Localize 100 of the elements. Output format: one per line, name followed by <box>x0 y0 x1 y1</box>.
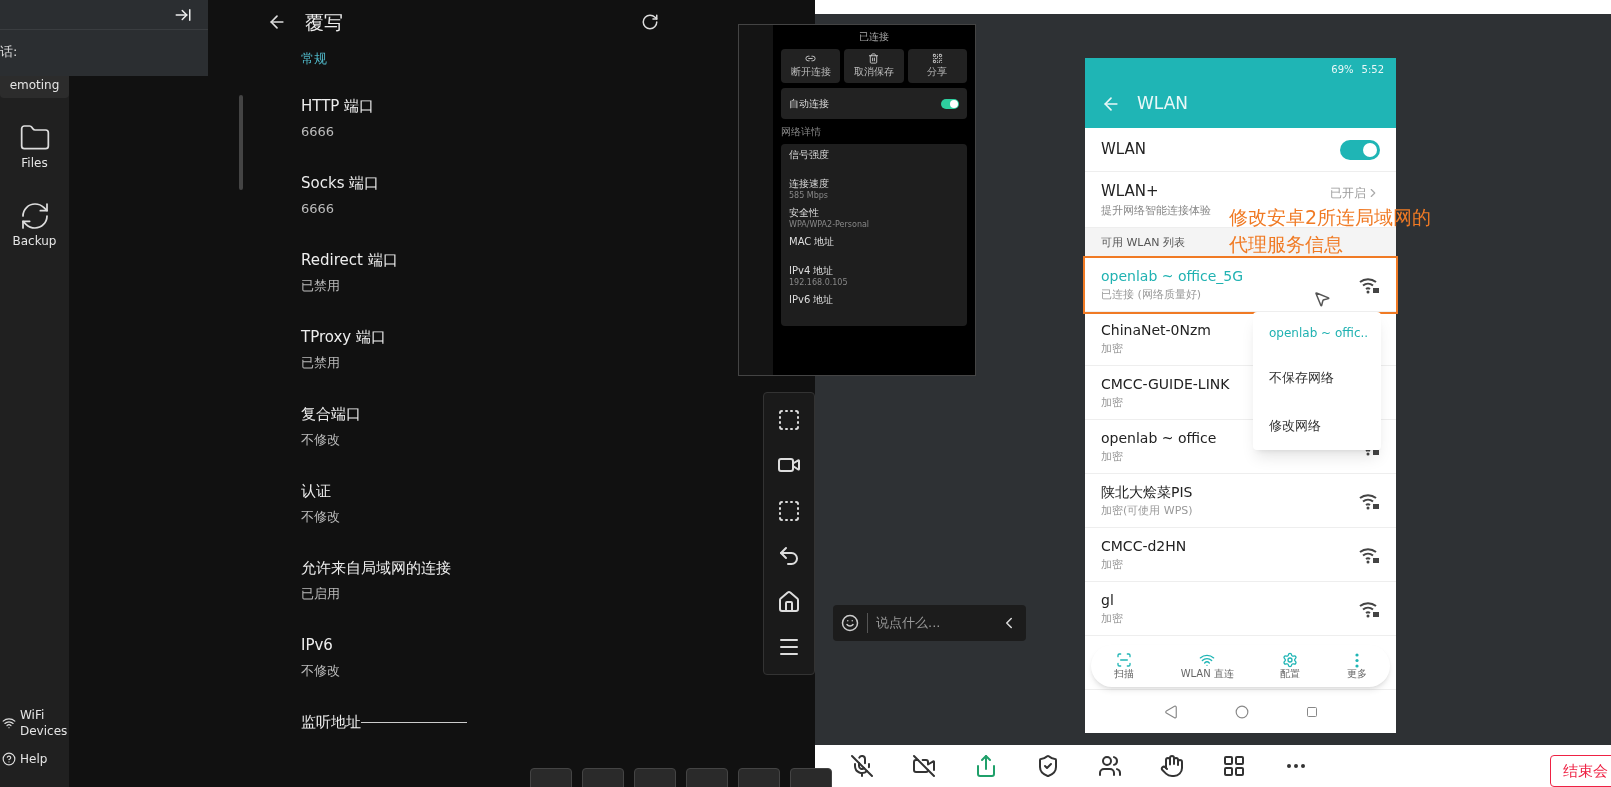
sidebar-item[interactable]: WiFi Devices <box>0 707 69 739</box>
home-nav-icon[interactable] <box>1234 704 1249 719</box>
people-icon[interactable] <box>1098 754 1122 778</box>
refresh-icon[interactable] <box>641 13 659 32</box>
network-status: 加密 <box>1101 610 1123 627</box>
item-value: 已禁用 <box>301 277 340 295</box>
network-status: 加密 <box>1101 448 1123 465</box>
section-header: 网络详情 <box>781 125 821 139</box>
settings-item[interactable]: HTTP 端口 6666 <box>301 94 659 171</box>
detail-value: 585 Mbps <box>789 190 829 202</box>
hand-icon[interactable] <box>1160 754 1184 778</box>
screen-title: WLAN <box>1137 92 1189 116</box>
action-button[interactable]: 更多 <box>1346 652 1367 680</box>
network-row[interactable]: 陕北大烩菜PIS 加密(可使用 WPS) <box>1085 474 1396 528</box>
sidebar-label: Files <box>21 155 48 172</box>
wifi-lock-icon <box>1358 491 1380 510</box>
network-name: gl <box>1101 590 1114 610</box>
action-button[interactable]: 取消保存 <box>844 49 904 83</box>
apps-icon[interactable] <box>1222 754 1246 778</box>
network-status: 加密 <box>1101 556 1123 573</box>
action-button[interactable]: 配置 <box>1280 652 1301 680</box>
settings-item[interactable]: 复合端口 不修改 <box>301 402 659 479</box>
action-button[interactable]: 扫描 <box>1114 652 1135 680</box>
item-title: Redirect 端口 <box>301 250 398 271</box>
item-value: 不修改 <box>301 431 340 449</box>
network-status: 加密 <box>1101 340 1123 357</box>
settings-item[interactable]: TProxy 端口 已禁用 <box>301 325 659 402</box>
clock: 5:52 <box>1361 62 1384 77</box>
settings-item[interactable]: 认证 不修改 <box>301 479 659 556</box>
detail-label: 安全性 <box>789 206 819 219</box>
sidebar-item[interactable]: Backup <box>0 196 69 254</box>
network-name: CMCC-d2HN <box>1101 536 1187 556</box>
wifi-lock-icon <box>1358 599 1380 618</box>
chat-input[interactable]: 说点什么... <box>833 605 1026 641</box>
detail-label: IPv4 地址 <box>789 264 834 277</box>
settings-item[interactable]: Socks 端口 6666 <box>301 171 659 248</box>
status-value: 已开启 <box>1330 185 1366 202</box>
sidebar-item[interactable]: Files <box>0 118 69 176</box>
wlan-toggle[interactable] <box>1340 139 1380 160</box>
item-title: HTTP 端口 <box>301 96 375 117</box>
section-header: 常规 <box>301 49 328 68</box>
network-row[interactable]: gl 加密 <box>1085 582 1396 636</box>
wifi-icon <box>1199 652 1216 668</box>
network-status: 已连接 (网络质量好) <box>1101 286 1202 303</box>
link-icon <box>805 53 817 64</box>
sidebar-label: emoting <box>9 77 60 94</box>
item-title: Socks 端口 <box>301 173 380 194</box>
wlan-plus-description: 提升网络智能连接体验 <box>1101 202 1211 219</box>
toggle-switch[interactable] <box>941 98 959 109</box>
home-icon[interactable] <box>777 589 801 614</box>
more-icon <box>1354 652 1359 668</box>
network-status: 加密(可使用 WPS) <box>1101 502 1193 519</box>
wlan-label: WLAN <box>1101 139 1146 161</box>
page-title: 覆写 <box>305 10 343 35</box>
settings-item[interactable]: Redirect 端口 已禁用 <box>301 248 659 325</box>
wifi-lock-icon <box>1358 275 1380 294</box>
help-icon <box>2 752 16 766</box>
item-title: TProxy 端口 <box>301 327 387 348</box>
crop-select-icon[interactable] <box>777 498 801 523</box>
item-title: 认证 <box>301 481 331 502</box>
item-value: 已禁用 <box>301 354 340 372</box>
shield-icon[interactable] <box>1036 754 1060 778</box>
wlan-plus-label[interactable]: WLAN+ <box>1101 180 1159 203</box>
network-row[interactable]: CMCC-d2HN 加密 <box>1085 528 1396 582</box>
network-name: ChinaNet-0Nzm <box>1101 320 1211 340</box>
qr-icon <box>931 53 943 64</box>
item-title: IPv6 <box>301 635 333 656</box>
crop-add-icon[interactable] <box>777 407 801 432</box>
item-value: 已启用 <box>301 585 340 603</box>
settings-item[interactable]: IPv6 不修改 <box>301 633 659 710</box>
trash-icon <box>868 53 880 64</box>
share-icon[interactable] <box>974 754 998 778</box>
action-button[interactable]: 断开连接 <box>781 49 841 83</box>
setting-label: 自动连接 <box>789 97 830 111</box>
back-nav-icon[interactable] <box>1163 704 1178 719</box>
mic-off-icon[interactable] <box>850 754 874 778</box>
network-name: 陕北大烩菜PIS <box>1101 482 1193 502</box>
detail-label: IPv6 地址 <box>789 293 834 306</box>
item-value: 6666 <box>301 200 335 218</box>
emoji-icon[interactable] <box>841 614 859 632</box>
item-value: 不修改 <box>301 662 340 680</box>
list-header: 可用 WLAN 列表 <box>1101 234 1185 251</box>
annotation-text: 代理服务信息 <box>1229 232 1343 257</box>
window-title: 已连接 <box>859 30 889 44</box>
video-off-icon[interactable] <box>912 754 936 778</box>
end-meeting-button[interactable]: 结束会 <box>1550 755 1611 787</box>
recents-nav-icon[interactable] <box>1305 705 1318 718</box>
action-button[interactable]: WLAN 直连 <box>1180 652 1234 680</box>
message-field[interactable]: 说点什么... <box>867 613 971 633</box>
detail-label: 连接速度 <box>789 177 829 190</box>
item-title: 允许来自局域网的连接 <box>301 558 451 579</box>
battery-level: 69% <box>1331 62 1354 77</box>
network-name: openlab ~ office <box>1101 428 1217 448</box>
sidebar-label: Backup <box>12 233 57 250</box>
network-status: 加密 <box>1101 394 1123 411</box>
sidebar-item[interactable]: Help <box>0 751 69 767</box>
settings-item[interactable]: 允许来自局域网的连接 已启用 <box>301 556 659 633</box>
scan-icon <box>1116 652 1133 668</box>
action-button[interactable]: 分享 <box>907 49 967 83</box>
network-name: CMCC-GUIDE-LINK <box>1101 374 1230 394</box>
